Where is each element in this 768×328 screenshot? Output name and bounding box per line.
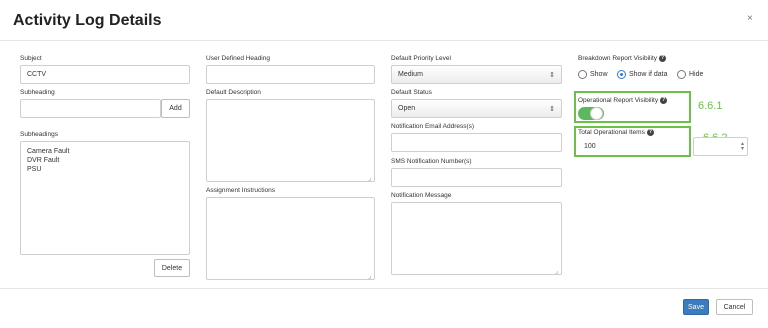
sms-label: SMS Notification Number(s) xyxy=(391,158,472,165)
subheadings-list[interactable]: Camera Fault DVR Fault PSU xyxy=(20,141,190,255)
priority-select[interactable]: Medium ⇕ xyxy=(391,65,562,84)
radio-show-if-data[interactable]: Show if data xyxy=(616,70,668,79)
breakdown-radio-group: Show Show if data Hide xyxy=(578,66,708,84)
radio-label: Show xyxy=(590,71,608,78)
resize-handle-icon[interactable]: ⌟ xyxy=(368,174,371,182)
total-items-value: 100 xyxy=(584,142,596,150)
select-arrows-icon: ⇕ xyxy=(549,105,555,113)
subheadings-label: Subheadings xyxy=(20,131,58,138)
user-heading-label: User Defined Heading xyxy=(206,55,270,62)
radio-circle-selected-icon xyxy=(616,70,626,79)
list-item[interactable]: Camera Fault xyxy=(27,147,69,156)
stepper-arrows-icon[interactable]: ▴ ▾ xyxy=(741,141,744,152)
add-subheading-button[interactable]: Add xyxy=(161,99,190,118)
subheading-label: Subheading xyxy=(20,89,55,96)
resize-handle-icon[interactable]: ⌟ xyxy=(555,267,558,275)
help-icon[interactable]: ? xyxy=(659,55,666,62)
footer-divider xyxy=(0,288,768,289)
annotation-label-1: 6.6.1 xyxy=(698,100,723,112)
sms-input[interactable] xyxy=(391,168,562,187)
toggle-knob xyxy=(590,107,603,120)
help-icon[interactable]: ? xyxy=(660,97,668,104)
select-arrows-icon: ⇕ xyxy=(549,71,555,79)
resize-handle-icon[interactable]: ⌟ xyxy=(368,272,371,280)
cancel-button[interactable]: Cancel xyxy=(716,299,753,315)
message-label: Notification Message xyxy=(391,192,452,199)
assignment-instructions-label: Assignment Instructions xyxy=(206,187,276,194)
operational-toggle[interactable] xyxy=(578,107,604,120)
default-description-textarea[interactable] xyxy=(206,99,375,182)
modal-title: Activity Log Details xyxy=(13,12,162,29)
operational-label: Operational Report Visibility? xyxy=(578,97,668,105)
subject-label: Subject xyxy=(20,55,42,62)
list-item[interactable]: PSU xyxy=(27,165,41,174)
list-item[interactable]: DVR Fault xyxy=(27,156,59,165)
total-items-stepper[interactable]: ▴ ▾ xyxy=(693,137,748,156)
radio-hide[interactable]: Hide xyxy=(676,70,704,79)
breakdown-label-text: Breakdown Report Visibility xyxy=(578,55,657,63)
radio-show[interactable]: Show xyxy=(578,70,608,79)
status-value: Open xyxy=(398,105,416,112)
status-select[interactable]: Open ⇕ xyxy=(391,99,562,118)
default-description-label: Default Description xyxy=(206,89,261,96)
message-textarea[interactable] xyxy=(391,202,562,275)
assignment-instructions-textarea[interactable] xyxy=(206,197,375,280)
subject-input[interactable]: CCTV xyxy=(20,65,190,84)
help-icon[interactable]: ? xyxy=(646,129,654,136)
email-input[interactable] xyxy=(391,133,562,152)
email-label: Notification Email Address(s) xyxy=(391,123,475,130)
close-icon[interactable]: × xyxy=(747,13,753,24)
total-label-text: Total Operational Items xyxy=(578,129,645,137)
operational-label-text: Operational Report Visibility xyxy=(578,97,659,105)
delete-button[interactable]: Delete xyxy=(154,259,190,277)
subject-value: CCTV xyxy=(27,71,47,78)
user-heading-input[interactable] xyxy=(206,65,375,84)
status-label: Default Status xyxy=(391,89,432,96)
radio-label: Hide xyxy=(688,71,704,78)
total-label: Total Operational Items? xyxy=(578,129,654,136)
save-button[interactable]: Save xyxy=(683,299,709,315)
subheading-input[interactable] xyxy=(20,99,161,118)
radio-label: Show if data xyxy=(628,71,668,78)
radio-circle-icon xyxy=(676,70,686,79)
breakdown-label: Breakdown Report Visibility? xyxy=(578,55,666,62)
radio-circle-icon xyxy=(578,70,587,79)
header-divider xyxy=(0,40,768,41)
priority-value: Medium xyxy=(398,71,423,78)
total-items-input[interactable]: 100 xyxy=(578,138,688,154)
priority-label: Default Priority Level xyxy=(391,55,451,62)
